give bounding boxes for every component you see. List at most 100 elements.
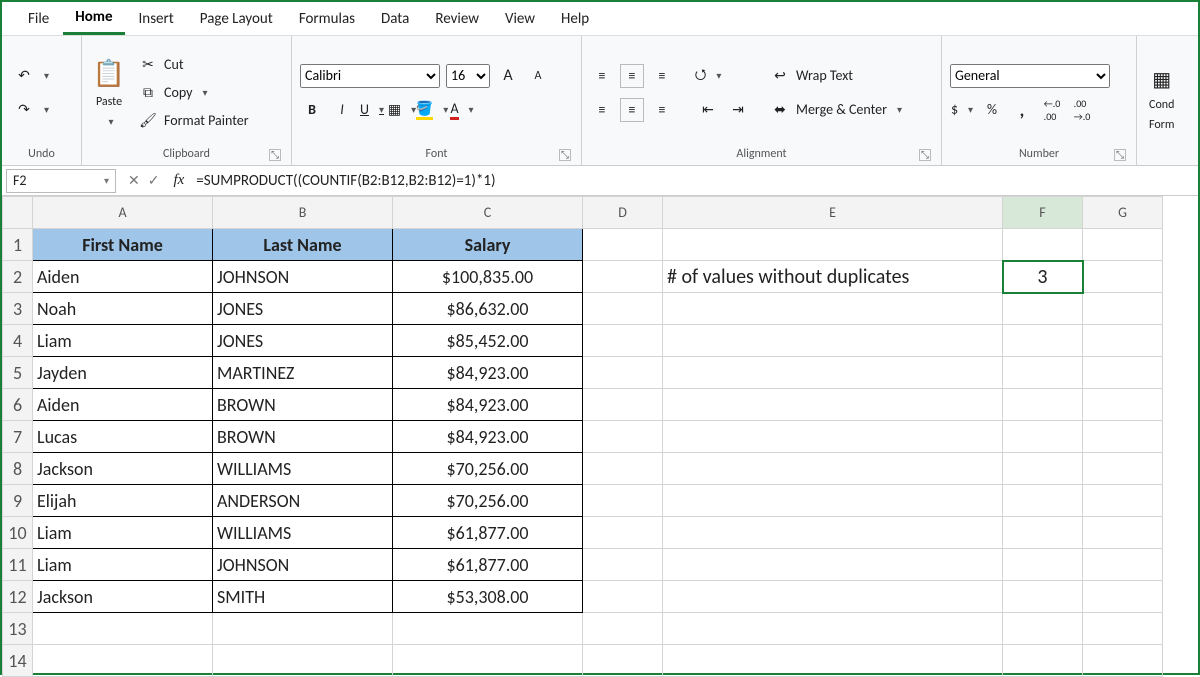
cell-D6[interactable] [583,389,663,421]
cut-button[interactable]: ✂Cut [134,53,188,77]
font-launcher-icon[interactable]: ⤡ [559,149,571,161]
cell-E2[interactable]: # of values without duplicates [663,261,1003,293]
tab-formulas[interactable]: Formulas [287,4,367,34]
cell-D14[interactable] [583,645,663,677]
shrink-font-button[interactable]: A [526,64,550,88]
increase-decimal-button[interactable]: ←.0.00 [1040,98,1064,122]
row-head-4[interactable]: 4 [3,325,33,357]
cell-G12[interactable] [1083,581,1163,613]
format-painter-button[interactable]: 🖌Format Painter [134,109,253,133]
cell-A13[interactable] [33,613,213,645]
clipboard-launcher-icon[interactable]: ⤡ [269,149,281,161]
cell-B5[interactable]: MARTINEZ [213,357,393,389]
align-right-button[interactable]: ≡ [650,98,674,122]
row-head-10[interactable]: 10 [3,517,33,549]
cell-B8[interactable]: WILLIAMS [213,453,393,485]
cell-E3[interactable] [663,293,1003,325]
wrap-text-button[interactable]: ↩Wrap Text [766,64,857,88]
align-bottom-button[interactable]: ≡ [650,64,674,88]
alignment-launcher-icon[interactable]: ⤡ [919,149,931,161]
tab-help[interactable]: Help [549,4,601,34]
cell-A10[interactable]: Liam [33,517,213,549]
tab-file[interactable]: File [16,4,61,34]
accounting-format-button[interactable]: $ [950,98,974,122]
cell-G14[interactable] [1083,645,1163,677]
row-head-13[interactable]: 13 [3,613,33,645]
cell-F2[interactable]: 3 [1003,261,1083,293]
cell-F4[interactable] [1003,325,1083,357]
cell-B9[interactable]: ANDERSON [213,485,393,517]
cell-C6[interactable]: $84,923.00 [393,389,583,421]
cell-B14[interactable] [213,645,393,677]
cell-B3[interactable]: JONES [213,293,393,325]
cell-G9[interactable] [1083,485,1163,517]
cell-F11[interactable] [1003,549,1083,581]
underline-button[interactable]: U [360,98,384,122]
cell-F1[interactable] [1003,229,1083,261]
row-head-3[interactable]: 3 [3,293,33,325]
cell-D12[interactable] [583,581,663,613]
increase-indent-button[interactable]: ⇥ [726,98,750,122]
cell-E9[interactable] [663,485,1003,517]
cell-G10[interactable] [1083,517,1163,549]
col-head-C[interactable]: C [393,197,583,229]
cell-F5[interactable] [1003,357,1083,389]
cell-C4[interactable]: $85,452.00 [393,325,583,357]
cell-D7[interactable] [583,421,663,453]
align-top-button[interactable]: ≡ [590,64,614,88]
cell-G2[interactable] [1083,261,1163,293]
cell-E11[interactable] [663,549,1003,581]
cell-A5[interactable]: Jayden [33,357,213,389]
cell-B2[interactable]: JOHNSON [213,261,393,293]
tab-insert[interactable]: Insert [127,4,186,34]
cell-G11[interactable] [1083,549,1163,581]
align-center-button[interactable]: ≡ [620,98,644,122]
tab-view[interactable]: View [493,4,547,34]
accept-formula-button[interactable]: ✓ [148,172,160,189]
cell-G4[interactable] [1083,325,1163,357]
cell-A3[interactable]: Noah [33,293,213,325]
cell-F9[interactable] [1003,485,1083,517]
cell-E5[interactable] [663,357,1003,389]
cell-D11[interactable] [583,549,663,581]
cell-A11[interactable]: Liam [33,549,213,581]
cell-E4[interactable] [663,325,1003,357]
col-head-A[interactable]: A [33,197,213,229]
fill-color-button[interactable]: 🪣 [420,98,444,122]
cell-E10[interactable] [663,517,1003,549]
cell-D8[interactable] [583,453,663,485]
cell-D3[interactable] [583,293,663,325]
fx-icon[interactable]: fx [167,172,190,189]
col-head-E[interactable]: E [663,197,1003,229]
cell-C14[interactable] [393,645,583,677]
cell-C10[interactable]: $61,877.00 [393,517,583,549]
col-head-D[interactable]: D [583,197,663,229]
cell-C1[interactable]: Salary [393,229,583,261]
row-head-12[interactable]: 12 [3,581,33,613]
cell-D1[interactable] [583,229,663,261]
align-left-button[interactable]: ≡ [590,98,614,122]
cell-A4[interactable]: Liam [33,325,213,357]
orientation-button[interactable]: ⭯ [696,64,720,88]
cell-B4[interactable]: JONES [213,325,393,357]
tab-home[interactable]: Home [63,2,124,35]
cell-A9[interactable]: Elijah [33,485,213,517]
cell-C12[interactable]: $53,308.00 [393,581,583,613]
undo-button[interactable]: ↶ [10,64,53,88]
tab-page-layout[interactable]: Page Layout [188,4,285,34]
row-head-9[interactable]: 9 [3,485,33,517]
row-head-6[interactable]: 6 [3,389,33,421]
cell-G8[interactable] [1083,453,1163,485]
decrease-decimal-button[interactable]: .00→.0 [1070,98,1094,122]
cell-A2[interactable]: Aiden [33,261,213,293]
cell-G7[interactable] [1083,421,1163,453]
cell-D10[interactable] [583,517,663,549]
copy-button[interactable]: ⧉Copy [134,81,212,105]
cell-F12[interactable] [1003,581,1083,613]
percent-format-button[interactable]: % [980,98,1004,122]
cancel-formula-button[interactable]: ✕ [128,172,140,189]
formula-input[interactable]: =SUMPRODUCT((COUNTIF(B2:B12,B2:B12)=1)*1… [190,170,1198,192]
cell-C3[interactable]: $86,632.00 [393,293,583,325]
cell-E7[interactable] [663,421,1003,453]
paste-button[interactable]: 📋 Paste [90,71,128,115]
